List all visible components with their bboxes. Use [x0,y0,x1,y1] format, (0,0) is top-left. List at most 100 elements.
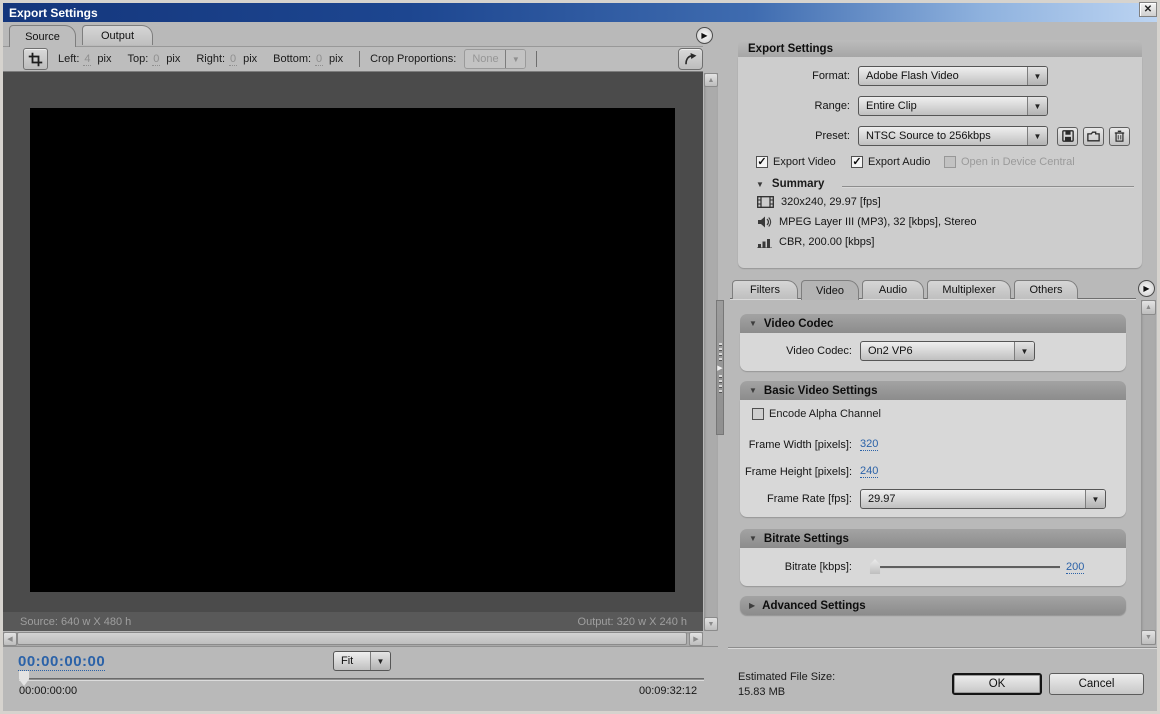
preview-scroll-down-button[interactable]: ▼ [704,617,718,631]
preview-scroll-right-button[interactable]: ▶ [689,632,703,646]
checkbox-box[interactable]: ✓ [756,156,768,168]
tab-video[interactable]: Video [801,280,859,300]
current-timecode[interactable]: 00:00:00:00 [18,653,105,671]
range-dropdown[interactable]: Entire Clip ▼ [858,96,1048,116]
export-video-checkbox[interactable]: ✓ Export Video [756,156,836,168]
preview-scroll-left-button[interactable]: ◀ [3,632,17,646]
advanced-settings-header[interactable]: ▶ Advanced Settings [740,596,1126,615]
cancel-button[interactable]: Cancel [1049,673,1144,695]
crop-left-value[interactable]: 4 [83,53,91,66]
grip-dot [719,390,722,392]
scroll-up-icon: ▲ [708,77,715,84]
timeline-track[interactable] [19,678,704,681]
tab-multiplexer[interactable]: Multiplexer [927,280,1011,299]
format-label: Format: [738,70,858,82]
playhead-handle[interactable] [18,671,30,686]
tab-source[interactable]: Source [9,25,76,47]
crop-right-unit: pix [243,53,257,65]
save-preset-button[interactable] [1057,127,1078,146]
title-bar[interactable]: Export Settings [3,3,1157,22]
frame-height-value[interactable]: 240 [860,465,878,478]
summary-divider [842,186,1134,187]
settings-scroll-up-button[interactable]: ▲ [1141,300,1156,315]
settings-vscrollbar[interactable] [1141,300,1156,645]
frame-width-label: Frame Width [pixels]: [740,439,860,451]
ok-button[interactable]: OK [952,673,1042,695]
crop-button[interactable] [23,48,48,70]
summary-video-item: 320x240, 29.97 [fps] [757,196,881,208]
export-audio-label: Export Audio [868,156,930,168]
export-audio-checkbox[interactable]: ✓ Export Audio [851,156,930,168]
tab-others-label: Others [1029,284,1062,296]
crop-toolbar: Left: 4 pix Top: 0 pix Right: 0 pix Bott… [3,46,703,72]
crop-proportions-value: None [465,53,505,65]
settings-scroll-down-button[interactable]: ▼ [1141,630,1156,645]
preset-value: NTSC Source to 256kbps [859,130,1027,142]
panel-splitter[interactable]: ▶ [716,300,724,435]
speaker-icon [757,216,772,228]
bitrate-label: Bitrate [kbps]: [740,561,860,573]
video-preview[interactable] [30,108,675,592]
video-codec-title: Video Codec [764,318,833,330]
tab-output[interactable]: Output [82,25,153,45]
hscroll-thumb[interactable] [17,632,687,645]
tab-others[interactable]: Others [1014,280,1078,299]
video-codec-dropdown[interactable]: On2 VP6 ▼ [860,341,1035,361]
import-preset-button[interactable] [1083,127,1104,146]
checkbox-box[interactable] [752,408,764,420]
tab-audio[interactable]: Audio [862,280,924,299]
dropdown-arrow-icon: ▼ [1014,342,1034,360]
panel-menu-icon: ▶ [1143,284,1149,293]
view-zoom-value: Fit [334,655,370,667]
preset-row: Preset: NTSC Source to 256kbps ▼ [738,126,1130,146]
checkbox-box[interactable]: ✓ [851,156,863,168]
dropdown-arrow-icon: ▼ [1027,97,1047,115]
frame-height-row: Frame Height [pixels]: 240 [740,465,878,478]
preview-hscrollbar[interactable] [3,632,703,646]
basic-video-header[interactable]: ▼ Basic Video Settings [740,381,1126,400]
scroll-left-icon: ◀ [7,635,12,643]
splitter-arrow-icon: ▶ [717,364,722,372]
frame-rate-dropdown[interactable]: 29.97 ▼ [860,489,1106,509]
preview-scroll-up-button[interactable]: ▲ [704,73,718,87]
preview-area [3,72,703,612]
basic-video-title: Basic Video Settings [764,385,878,397]
grip-dot [719,348,722,350]
crop-right-value[interactable]: 0 [229,53,237,66]
format-dropdown[interactable]: Adobe Flash Video ▼ [858,66,1048,86]
export-settings-shortcut-button[interactable] [678,48,703,70]
range-value: Entire Clip [859,100,1027,112]
folder-icon [1087,131,1100,142]
frame-width-value[interactable]: 320 [860,438,878,451]
collapse-icon: ▶ [749,601,755,610]
device-central-checkbox: Open in Device Central [944,156,1075,168]
dropdown-arrow-icon: ▼ [1085,490,1105,508]
grip-dot [719,358,722,360]
encode-alpha-checkbox[interactable]: Encode Alpha Channel [752,408,881,420]
window-title: Export Settings [9,6,98,20]
advanced-settings-title: Advanced Settings [762,600,866,612]
summary-toggle[interactable]: ▼ Summary [756,178,824,190]
tab-multiplexer-label: Multiplexer [942,284,995,296]
tab-filters[interactable]: Filters [732,280,798,299]
delete-preset-button[interactable] [1109,127,1130,146]
view-zoom-dropdown[interactable]: Fit ▼ [333,651,391,671]
dropdown-arrow-icon: ▼ [505,50,525,68]
video-codec-label: Video Codec: [740,345,860,357]
bitrate-value[interactable]: 200 [1066,561,1084,574]
close-button[interactable]: ✕ [1139,2,1157,17]
crop-top-value[interactable]: 0 [152,53,160,66]
summary-audio-text: MPEG Layer III (MP3), 32 [kbps], Stereo [779,216,976,228]
source-panel-menu-button[interactable]: ▶ [696,27,713,44]
crop-top-unit: pix [166,53,180,65]
settings-panel-menu-button[interactable]: ▶ [1138,280,1155,297]
video-codec-header[interactable]: ▼ Video Codec [740,314,1126,333]
bitrate-header[interactable]: ▼ Bitrate Settings [740,529,1126,548]
bitrate-slider-track[interactable] [870,566,1060,569]
crop-right-label: Right: [196,53,225,65]
summary-collapse-icon: ▼ [756,180,764,189]
crop-left-unit: pix [97,53,111,65]
preset-dropdown[interactable]: NTSC Source to 256kbps ▼ [858,126,1048,146]
check-icon: ✓ [852,157,861,167]
crop-bottom-value[interactable]: 0 [315,53,323,66]
